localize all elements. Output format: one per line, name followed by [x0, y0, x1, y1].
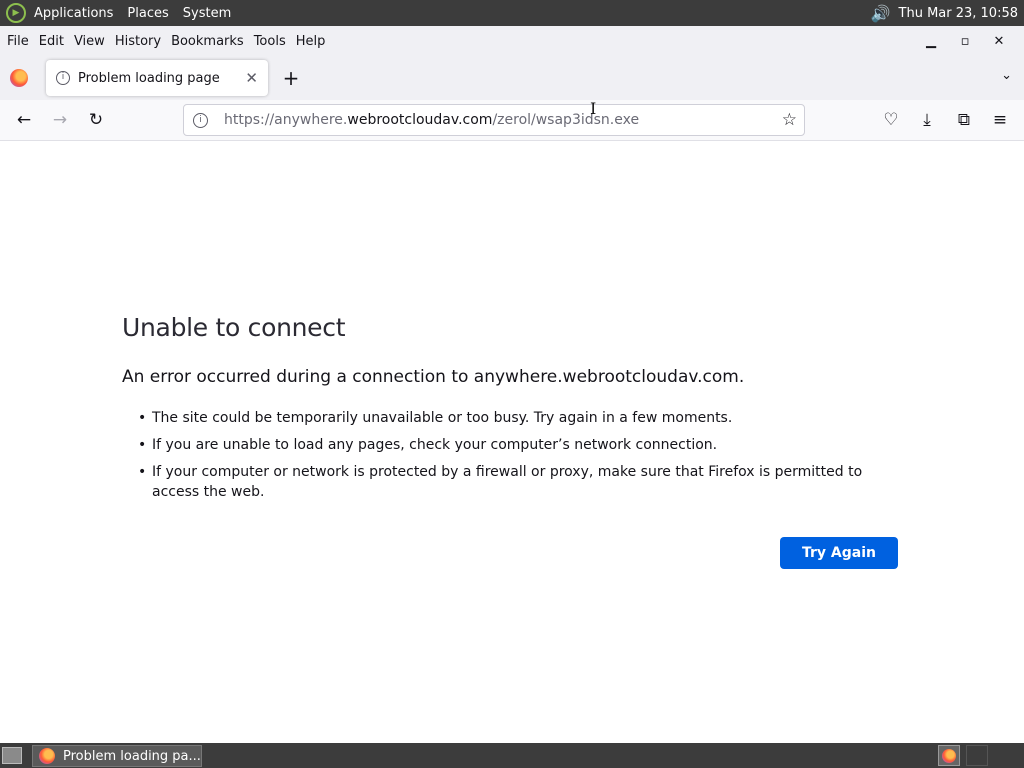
reload-icon[interactable]: ↻	[84, 109, 108, 133]
downloads-icon[interactable]: ⤓	[915, 109, 939, 133]
tab-info-icon: i	[56, 71, 70, 85]
back-arrow-icon[interactable]: ←	[12, 109, 36, 133]
maximize-button[interactable]: ▫	[948, 34, 982, 49]
desktop-top-panel: ▶ Applications Places System 🔊 Thu Mar 2…	[0, 0, 1024, 26]
taskbar-window-label: Problem loading pa...	[63, 748, 201, 764]
firefox-menubar: File Edit View History Bookmarks Tools H…	[0, 26, 1024, 56]
menu-tools[interactable]: Tools	[254, 34, 286, 49]
page-content: Unable to connect An error occurred duri…	[0, 142, 1024, 743]
clock[interactable]: Thu Mar 23, 10:58	[899, 6, 1018, 21]
show-desktop-icon[interactable]	[2, 747, 22, 764]
url-path: /zerol/wsap3idsn.exe	[492, 112, 640, 128]
menu-help[interactable]: Help	[296, 34, 326, 49]
hamburger-menu-icon[interactable]: ≡	[988, 109, 1012, 133]
menu-file[interactable]: File	[7, 34, 29, 49]
tab-close-icon[interactable]: ✕	[245, 69, 258, 87]
pocket-icon[interactable]: ♡	[879, 109, 903, 133]
firefox-icon	[942, 748, 956, 763]
navigation-bar: ← → ↻ i https://anywhere. webrootcloudav.…	[0, 100, 1024, 141]
system-menu[interactable]: System	[183, 6, 231, 21]
error-description: An error occurred during a connection to…	[122, 367, 745, 387]
try-again-button[interactable]: Try Again	[780, 537, 898, 569]
extensions-icon[interactable]: ⧉	[952, 109, 976, 133]
menu-history[interactable]: History	[115, 34, 161, 49]
url-bar[interactable]: i https://anywhere. webrootcloudav.com/ze…	[183, 104, 805, 136]
volume-icon[interactable]: 🔊	[871, 4, 891, 23]
minimize-button[interactable]: ▁	[914, 34, 948, 49]
taskbar-firefox-window[interactable]: Problem loading pa...	[32, 745, 202, 767]
menu-view[interactable]: View	[74, 34, 105, 49]
error-title: Unable to connect	[122, 313, 346, 342]
error-suggestions-list: The site could be temporarily unavailabl…	[138, 408, 882, 509]
firefox-view-icon[interactable]	[10, 69, 28, 87]
menu-bookmarks[interactable]: Bookmarks	[171, 34, 244, 49]
text-cursor-icon: I	[590, 99, 597, 118]
applications-menu[interactable]: Applications	[34, 6, 113, 21]
bookmark-star-icon[interactable]: ☆	[782, 110, 797, 130]
site-info-icon[interactable]: i	[193, 112, 208, 128]
list-all-tabs-icon[interactable]: ⌄	[1001, 68, 1012, 83]
tab-problem-loading[interactable]: i Problem loading page ✕	[46, 60, 268, 96]
firefox-icon	[39, 748, 55, 764]
tab-bar: i Problem loading page ✕ + ⌄	[0, 56, 1024, 100]
places-menu[interactable]: Places	[127, 6, 168, 21]
new-tab-button[interactable]: +	[280, 66, 302, 90]
desktop-bottom-panel: Problem loading pa...	[0, 743, 1024, 768]
error-suggestion: The site could be temporarily unavailabl…	[138, 408, 882, 428]
url-prefix: https://anywhere.	[224, 112, 348, 128]
distro-logo-icon[interactable]: ▶	[6, 3, 26, 23]
workspace-1[interactable]	[938, 745, 960, 766]
error-suggestion: If you are unable to load any pages, che…	[138, 435, 882, 455]
forward-arrow-icon[interactable]: →	[48, 109, 72, 133]
close-window-button[interactable]: ✕	[982, 34, 1016, 49]
error-suggestion: If your computer or network is protected…	[138, 462, 882, 502]
workspace-2[interactable]	[966, 745, 988, 766]
tab-title: Problem loading page	[78, 70, 220, 86]
menu-edit[interactable]: Edit	[39, 34, 64, 49]
url-host: webrootcloudav.com	[347, 112, 493, 128]
